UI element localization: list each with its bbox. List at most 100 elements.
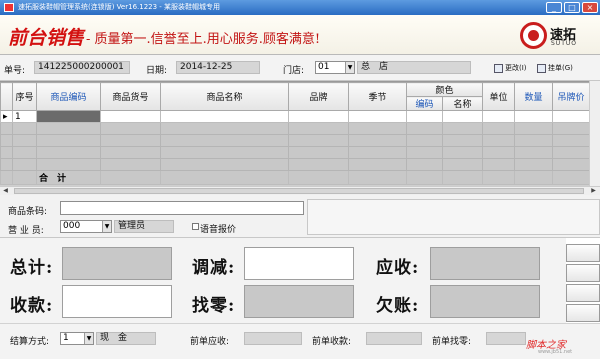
col-brand[interactable]: 品牌 (288, 82, 349, 111)
minimize-button[interactable]: _ (546, 2, 562, 13)
edit-button[interactable]: 更改(I) (494, 63, 527, 73)
salesperson-code: 000 (63, 221, 81, 231)
col-name[interactable]: 商品名称 (160, 82, 289, 111)
cell-season[interactable] (348, 110, 407, 123)
received-input[interactable] (62, 285, 172, 318)
side-button-4[interactable] (566, 304, 600, 322)
col-sku[interactable]: 商品货号 (100, 82, 161, 111)
company-logo: 速拓 SUTUO (520, 22, 582, 50)
barcode-input[interactable] (60, 201, 304, 215)
hold-button-label: 挂单(G) (548, 64, 573, 72)
window-title: 速拓服装鞋帽管理系统(连锁版) Ver16.1223 - 某服装鞋帽城专用 (18, 3, 221, 11)
pay-method-select[interactable]: 1 ▼ (60, 332, 94, 345)
table-row[interactable]: ▸ 1 (0, 110, 591, 123)
chevron-down-icon[interactable]: ▼ (102, 221, 111, 232)
sales-grid[interactable]: 序号 商品编码 商品货号 商品名称 品牌 季节 颜色 单位 数量 吊牌价 编码 … (0, 81, 591, 186)
cell-brand[interactable] (288, 110, 349, 123)
col-quantity[interactable]: 数量 (514, 82, 554, 111)
payment-summary: 总计: 调减: 应收: 收款: 找零: 欠账: (0, 238, 566, 323)
adjust-input[interactable] (244, 247, 354, 280)
barcode-label: 商品条码: (8, 207, 48, 217)
salesperson-label: 营 业 员: (8, 226, 44, 236)
brand-title: 前台销售 (8, 27, 85, 49)
col-unit[interactable]: 单位 (482, 82, 516, 111)
salesperson-select[interactable]: 000 ▼ (60, 220, 112, 233)
owed-field (430, 285, 540, 318)
cell-color-code[interactable] (406, 110, 443, 123)
pay-method-label: 结算方式: (10, 337, 50, 347)
logo-icon (520, 22, 547, 49)
row-indicator-header (0, 82, 13, 111)
order-number-label: 单号: (4, 66, 26, 76)
cell-color-name[interactable] (441, 110, 484, 123)
app-icon (4, 3, 14, 12)
logo-text-en: SUTUO (551, 40, 577, 47)
store-code: 01 (318, 62, 330, 72)
side-button-3[interactable] (566, 284, 600, 302)
voice-quote-checkbox[interactable] (192, 223, 199, 230)
window-titlebar: 速拓服装鞋帽管理系统(连锁版) Ver16.1223 - 某服装鞋帽城专用 _ … (0, 0, 600, 15)
grid-vertical-scrollbar[interactable] (589, 81, 600, 186)
cell-sku[interactable] (100, 110, 161, 123)
slogan: - 质量第一.信誉至上.用心服务.顾客满意! (86, 32, 321, 47)
col-tag-price[interactable]: 吊牌价 (552, 82, 591, 111)
col-color: 颜色 (405, 82, 484, 97)
row-index: 1 (12, 110, 37, 123)
col-color-name[interactable]: 名称 (441, 96, 484, 111)
change-field (244, 285, 354, 318)
prev-change-field (486, 332, 526, 345)
col-color-code[interactable]: 编码 (406, 96, 443, 111)
prev-receivable-field (244, 332, 302, 345)
side-action-buttons (566, 244, 600, 324)
hold-icon (537, 63, 546, 73)
col-season[interactable]: 季节 (348, 82, 407, 111)
change-label: 找零: (192, 296, 236, 316)
grid-horizontal-scrollbar[interactable]: ◀ ▶ (0, 186, 600, 195)
receivable-label: 应收: (376, 258, 420, 278)
order-number-field: 141225000200001 (34, 61, 130, 74)
cell-name[interactable] (160, 110, 289, 123)
date-field: 2014-12-25 (176, 61, 260, 74)
date-label: 日期: (146, 66, 168, 76)
cell-code[interactable] (36, 110, 101, 123)
scroll-left-icon[interactable]: ◀ (1, 187, 10, 195)
watermark-url: www.jb51.net (538, 349, 573, 355)
close-button[interactable]: × (582, 2, 598, 13)
hold-button[interactable]: 挂单(G) (537, 63, 573, 73)
scroll-right-icon[interactable]: ▶ (589, 187, 598, 195)
cell-quantity[interactable] (514, 110, 554, 123)
edit-button-label: 更改(I) (505, 64, 527, 72)
owed-label: 欠账: (376, 296, 420, 316)
store-label: 门店: (283, 66, 305, 76)
product-info-panel (307, 199, 600, 235)
col-code[interactable]: 商品编码 (36, 82, 101, 111)
chevron-down-icon[interactable]: ▼ (84, 333, 93, 344)
col-index: 序号 (12, 82, 37, 111)
maximize-button[interactable]: □ (564, 2, 580, 13)
chevron-down-icon[interactable]: ▼ (345, 62, 354, 73)
cell-tag-price[interactable] (552, 110, 591, 123)
scroll-thumb[interactable] (14, 188, 584, 194)
receivable-field (430, 247, 540, 280)
voice-quote-label: 语音报价 (200, 225, 237, 235)
pay-method-name: 现 金 (96, 332, 156, 345)
salesperson-name: 管理员 (114, 220, 174, 233)
total-label: 合 计 (36, 170, 101, 185)
store-select[interactable]: 01 ▼ (315, 61, 355, 74)
side-button-1[interactable] (566, 244, 600, 262)
footer-bar: 结算方式: 1 ▼ 现 金 前单应收: 前单收款: 前单找零: (0, 323, 600, 359)
edit-icon (494, 63, 503, 73)
window-controls: _ □ × (546, 2, 598, 13)
row-indicator: ▸ (0, 110, 13, 123)
prev-received-field (366, 332, 422, 345)
order-header: 单号: 141225000200001 日期: 2014-12-25 门店: 0… (0, 55, 600, 81)
pay-method-code: 1 (63, 333, 69, 343)
prev-change-label: 前单找零: (432, 337, 472, 347)
total-label: 总计: (10, 258, 54, 278)
prev-received-label: 前单收款: (312, 337, 352, 347)
received-label: 收款: (10, 296, 54, 316)
store-name-field: 总 店 (357, 61, 471, 74)
cell-unit[interactable] (482, 110, 516, 123)
prev-receivable-label: 前单应收: (190, 337, 230, 347)
side-button-2[interactable] (566, 264, 600, 282)
